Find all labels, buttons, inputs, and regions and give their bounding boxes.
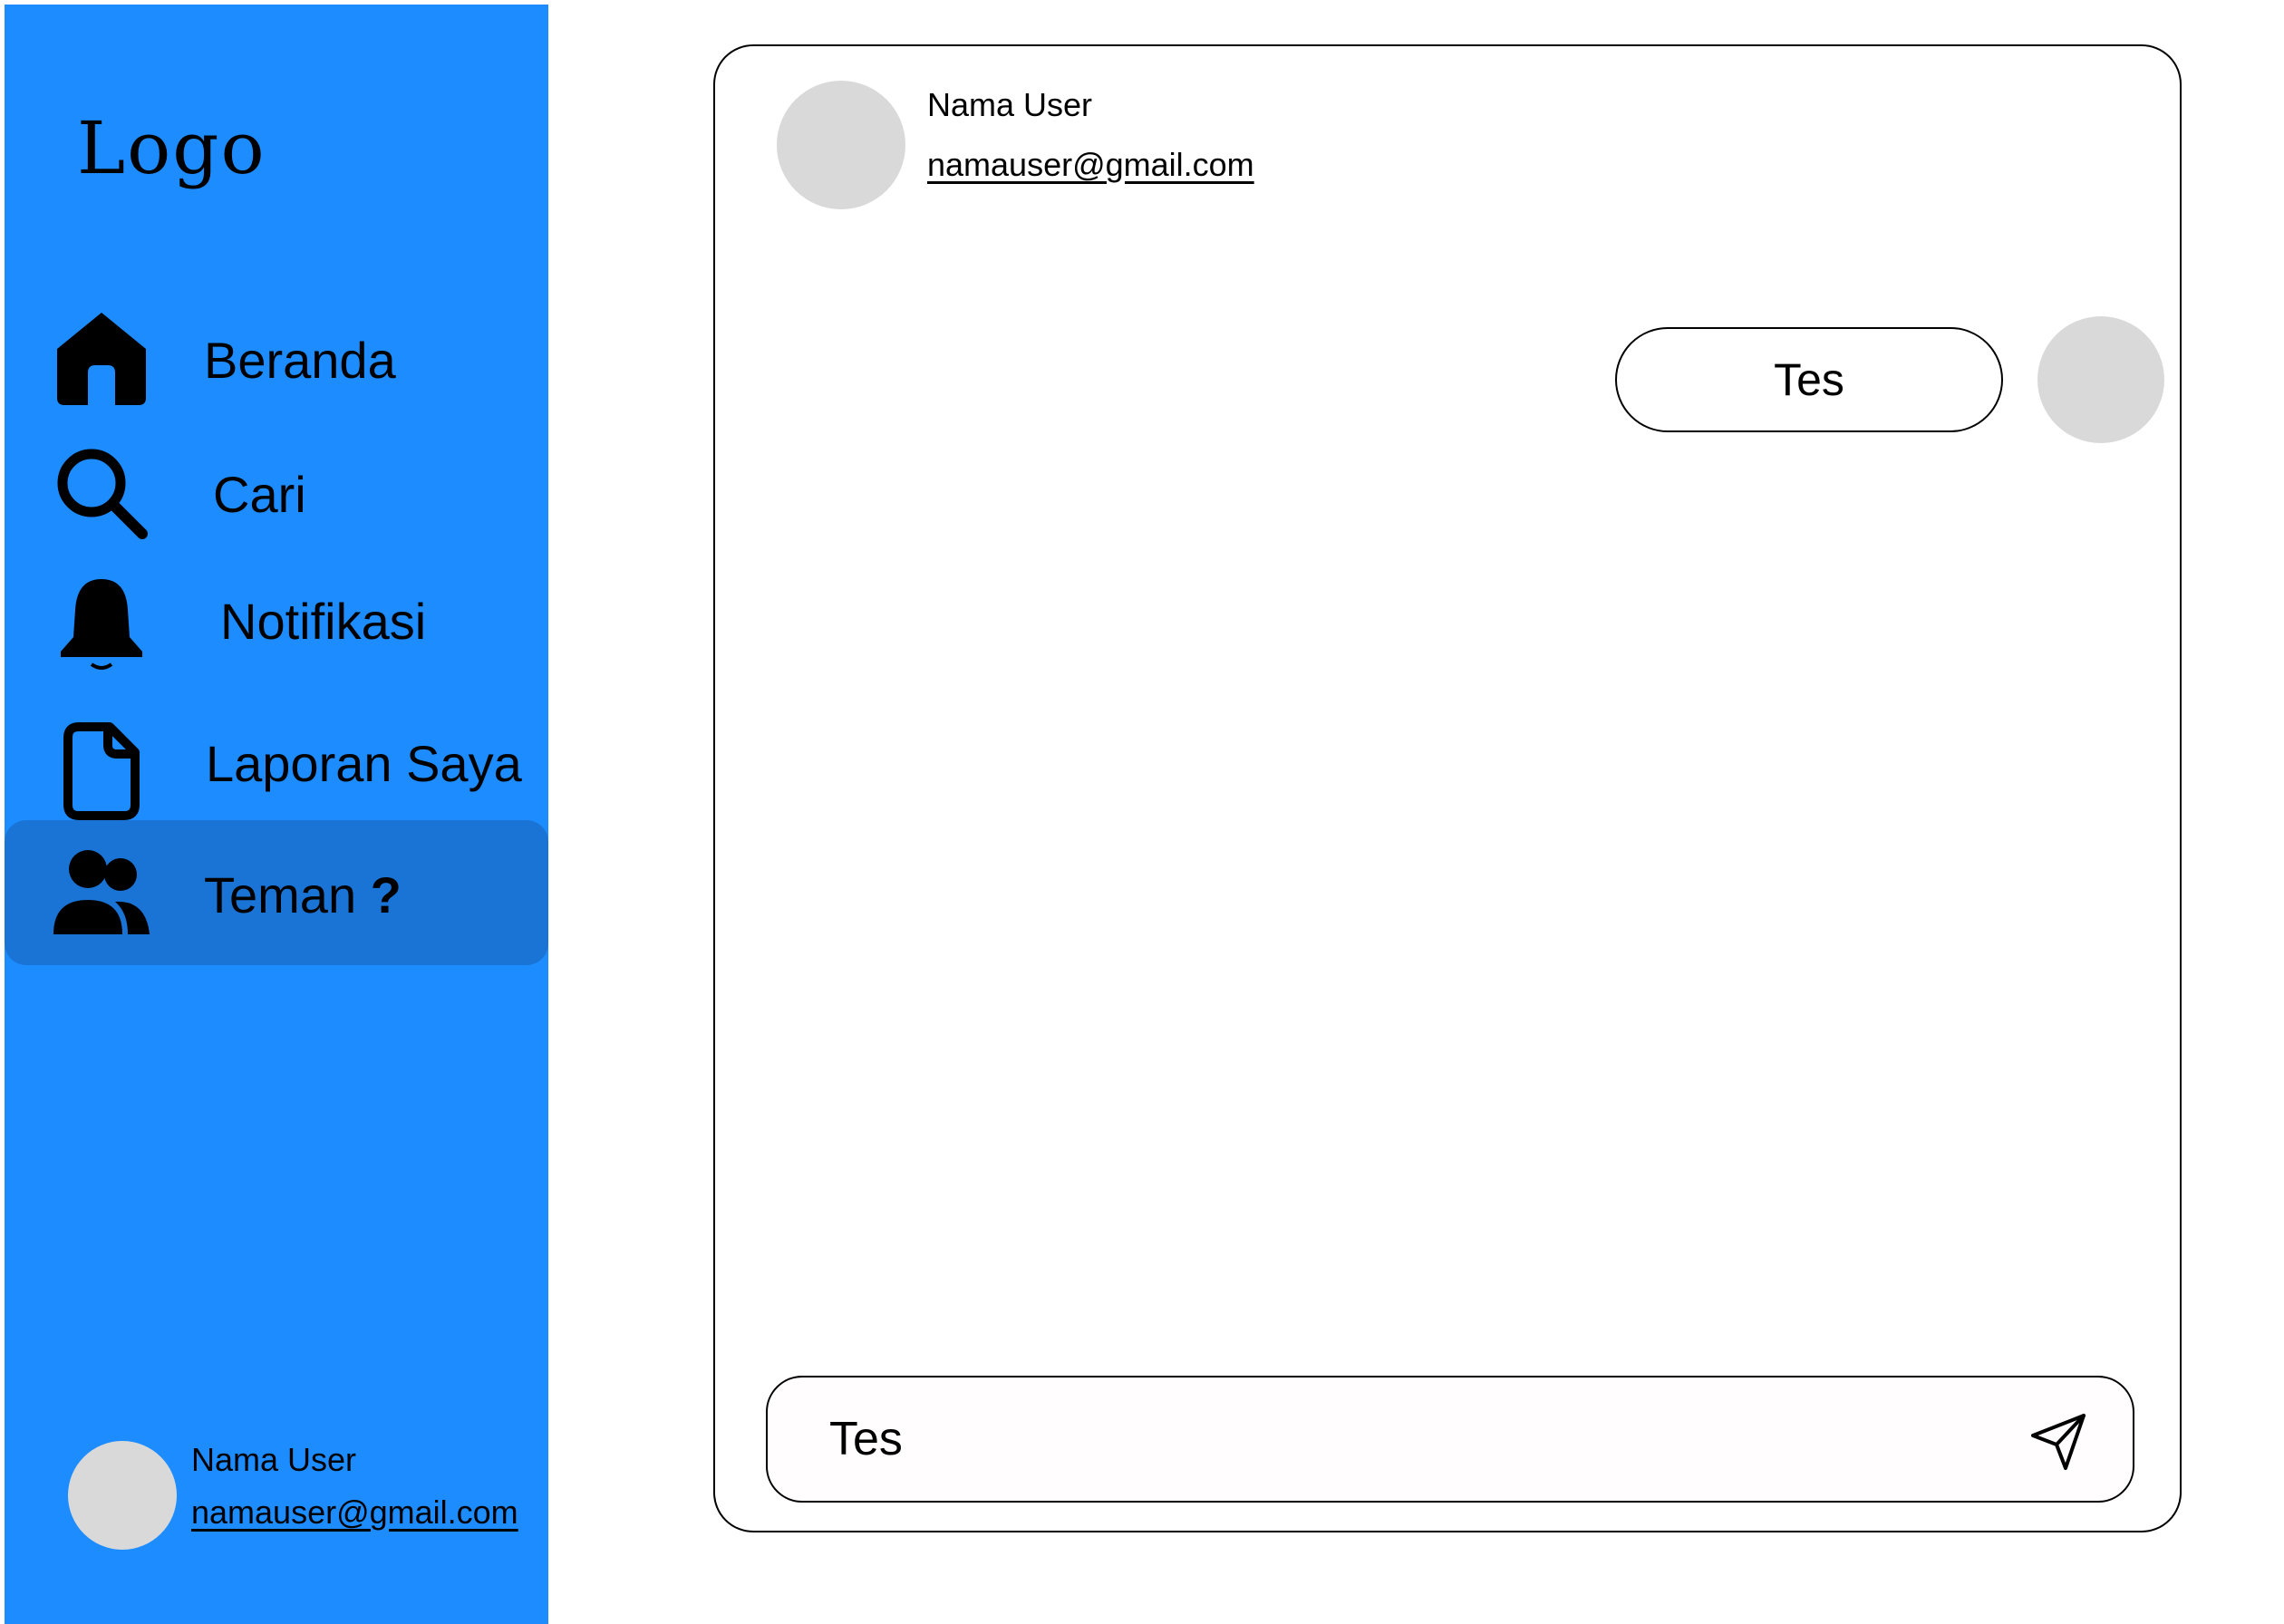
sidebar-item-cari[interactable]: Cari: [5, 421, 548, 566]
sidebar-item-notifikasi[interactable]: Notifikasi: [5, 548, 548, 693]
sidebar-item-label: Cari: [213, 466, 306, 523]
chat-panel: Nama User namauser@gmail.com Tes Tes: [713, 44, 2182, 1532]
chat-header-name: Nama User: [927, 86, 1093, 123]
user-email[interactable]: namauser@gmail.com: [191, 1494, 518, 1532]
chat-header-avatar: [777, 81, 905, 209]
chat-header-email[interactable]: namauser@gmail.com: [927, 146, 1254, 184]
bell-icon: [61, 579, 142, 670]
user-name: Nama User: [191, 1441, 357, 1478]
sidebar-item-label: Beranda: [204, 332, 396, 389]
message-bubble: Tes: [1615, 327, 2003, 432]
home-icon: [57, 313, 146, 405]
sidebar-item-teman[interactable]: Teman ?: [5, 820, 548, 965]
message-input[interactable]: Tes: [766, 1376, 2134, 1503]
sidebar-item-beranda[interactable]: Beranda: [5, 285, 548, 430]
message-input-value: Tes: [829, 1413, 903, 1465]
search-icon: [57, 449, 148, 539]
sidebar-item-label: Notifikasi: [220, 593, 427, 650]
message-avatar: [2037, 316, 2164, 443]
sidebar-item-laporan-saya[interactable]: Laporan Saya: [5, 689, 548, 834]
users-icon: [53, 850, 150, 934]
sidebar-item-label: Laporan Saya: [206, 735, 522, 792]
sidebar: Logo Beranda Cari Notifikasi Laporan Say…: [5, 5, 548, 1624]
sidebar-user[interactable]: Nama User namauser@gmail.com: [5, 1432, 548, 1568]
logo: Logo: [77, 106, 266, 190]
sidebar-item-label: Teman ?: [204, 866, 402, 923]
avatar: [68, 1441, 177, 1550]
document-icon: [63, 722, 140, 820]
send-icon[interactable]: [2028, 1410, 2091, 1474]
